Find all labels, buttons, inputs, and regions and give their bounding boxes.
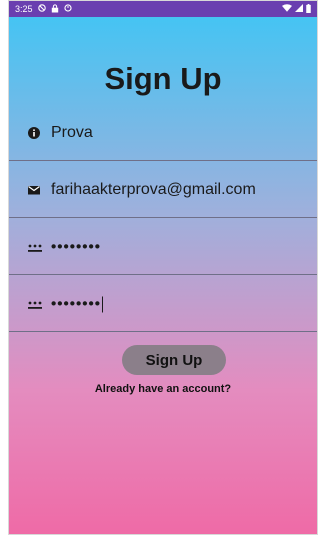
confirm-password-field[interactable]: ••••••••	[9, 276, 317, 332]
text-cursor	[102, 296, 104, 313]
password-field[interactable]: ••••••••	[9, 219, 317, 275]
name-value: Prova	[51, 123, 93, 141]
phone-screen: 3:25 Sign Up Prova farihaakterprova@gmai…	[8, 0, 318, 535]
status-bar: 3:25	[9, 1, 317, 17]
password-icon	[27, 240, 42, 254]
do-not-disturb-icon	[37, 4, 46, 14]
confirm-password-text: ••••••••	[51, 294, 104, 313]
info-icon	[27, 126, 41, 140]
name-field[interactable]: Prova	[9, 105, 317, 161]
battery-icon	[306, 3, 311, 15]
mail-icon	[27, 183, 41, 197]
email-field[interactable]: farihaakterprova@gmail.com	[9, 162, 317, 218]
email-value: farihaakterprova@gmail.com	[51, 180, 256, 198]
password-icon	[27, 297, 42, 311]
password-value: ••••••••	[51, 238, 102, 255]
wifi-icon	[282, 4, 292, 14]
login-link[interactable]: Already have an account?	[9, 383, 317, 395]
lock-icon	[51, 3, 59, 15]
status-time: 3:25	[15, 4, 33, 14]
sign-up-button[interactable]: Sign Up	[122, 345, 226, 375]
page-title: Sign Up	[104, 61, 222, 96]
signup-screen: Sign Up Prova farihaakterprova@gmail.com…	[9, 17, 317, 534]
sync-icon	[63, 4, 72, 14]
signal-icon	[295, 4, 303, 14]
confirm-password-value: ••••••••	[51, 294, 102, 312]
